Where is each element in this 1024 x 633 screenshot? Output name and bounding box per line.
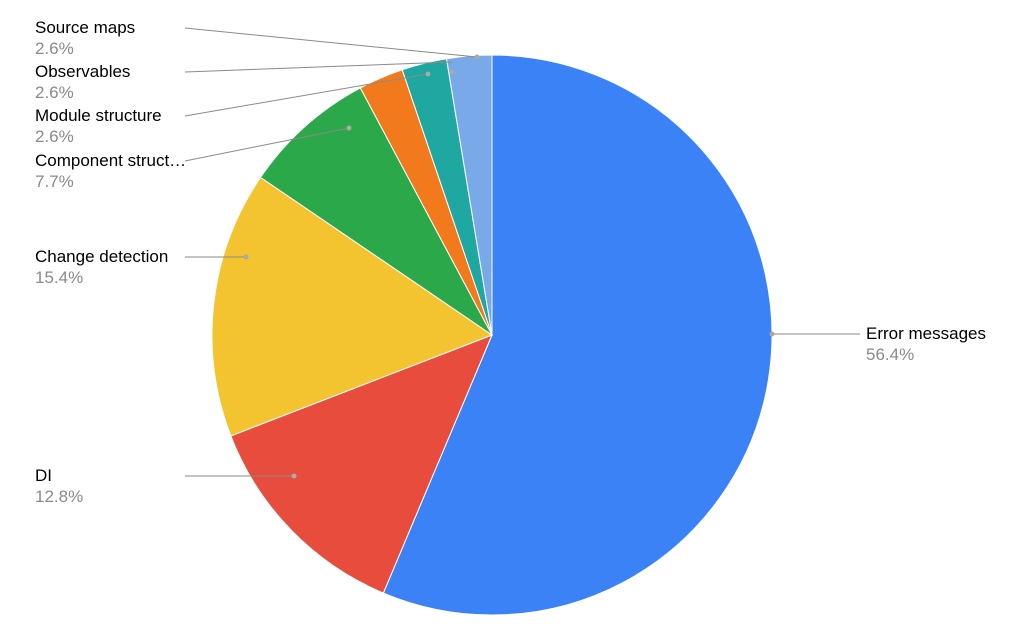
label-name: Observables <box>35 61 130 82</box>
pie-svg <box>212 55 772 615</box>
label-name: Change detection <box>35 246 168 267</box>
pie-chart: Error messages 56.4% DI 12.8% Change det… <box>0 0 1024 633</box>
label-name: Component struct… <box>35 150 186 171</box>
label-module-structure: Module structure 2.6% <box>35 105 162 148</box>
label-percent: 2.6% <box>35 126 162 147</box>
label-change-detection: Change detection 15.4% <box>35 246 168 289</box>
label-name: Module structure <box>35 105 162 126</box>
label-name: Error messages <box>866 323 986 344</box>
label-observables: Observables 2.6% <box>35 61 130 104</box>
label-source-maps: Source maps 2.6% <box>35 17 135 60</box>
label-percent: 12.8% <box>35 486 83 507</box>
label-percent: 56.4% <box>866 344 986 365</box>
label-di: DI 12.8% <box>35 465 83 508</box>
label-error-messages: Error messages 56.4% <box>866 323 986 366</box>
label-name: Source maps <box>35 17 135 38</box>
label-percent: 15.4% <box>35 267 168 288</box>
label-name: DI <box>35 465 83 486</box>
label-percent: 2.6% <box>35 38 135 59</box>
label-component-structure: Component struct… 7.7% <box>35 150 186 193</box>
label-percent: 2.6% <box>35 82 130 103</box>
label-percent: 7.7% <box>35 171 186 192</box>
